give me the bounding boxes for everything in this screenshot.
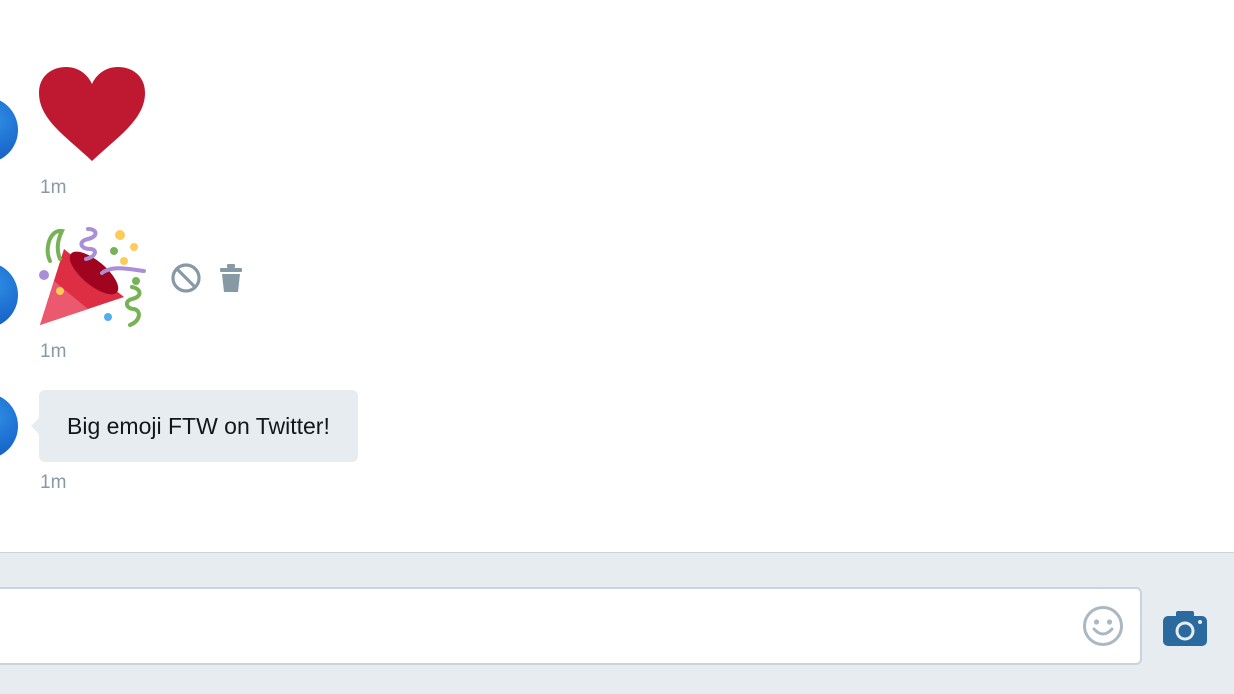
avatar[interactable] — [0, 97, 18, 163]
avatar[interactable] — [0, 393, 18, 459]
block-icon[interactable] — [170, 262, 202, 294]
heart-icon — [39, 67, 145, 161]
message-input[interactable] — [0, 587, 1142, 665]
message-timestamp: 1m — [40, 472, 67, 493]
message-timestamp: 1m — [40, 341, 67, 362]
trash-icon[interactable] — [218, 262, 244, 294]
avatar[interactable] — [0, 262, 18, 328]
composer-bar — [0, 552, 1234, 694]
heart-message — [38, 66, 146, 162]
party-popper-message — [36, 225, 148, 333]
party-popper-icon — [39, 227, 146, 327]
message-timestamp: 1m — [40, 177, 67, 198]
message-text: Big emoji FTW on Twitter! — [67, 412, 330, 439]
smiley-icon[interactable] — [1081, 604, 1125, 648]
message-bubble: Big emoji FTW on Twitter! — [39, 390, 358, 462]
camera-icon[interactable] — [1162, 609, 1208, 647]
dm-conversation: 1m 1m Big emoji FTW on Twitter! 1m — [0, 0, 1234, 694]
message-actions — [170, 262, 244, 294]
